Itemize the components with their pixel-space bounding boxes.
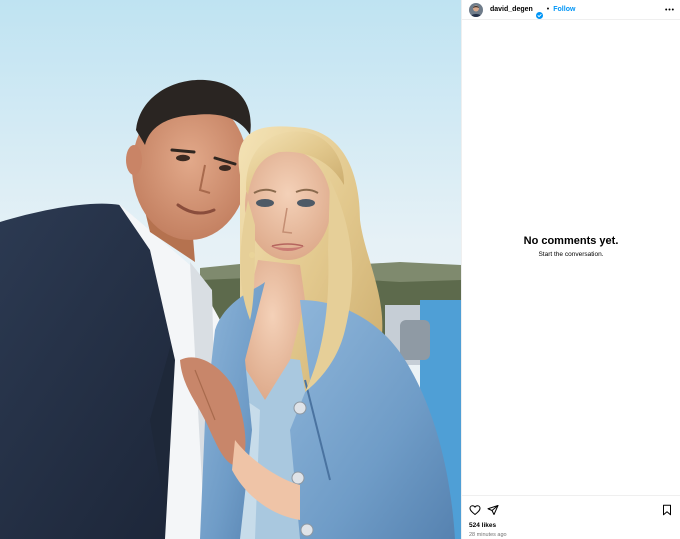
bookmark-icon[interactable]: [661, 503, 673, 516]
post-actions: 524 likes 28 minutes ago: [462, 495, 680, 539]
header-separator: •: [546, 6, 550, 13]
post-viewer: david_degen • Follow No comments yet. St…: [0, 0, 680, 539]
verified-badge-icon: [535, 6, 543, 19]
follow-button[interactable]: Follow: [553, 6, 575, 13]
no-comments-subtitle: Start the conversation.: [538, 251, 604, 258]
post-photo-illustration: [0, 0, 461, 539]
post-image[interactable]: [0, 0, 461, 539]
heart-icon[interactable]: [469, 503, 481, 515]
post-header: david_degen • Follow: [462, 0, 680, 20]
likes-count[interactable]: 524 likes: [469, 522, 673, 529]
more-options-icon[interactable]: [664, 5, 674, 15]
avatar-image: [469, 2, 483, 17]
action-buttons: [469, 502, 673, 516]
author-avatar[interactable]: [469, 2, 483, 17]
comments-section: No comments yet. Start the conversation.: [462, 20, 680, 495]
no-comments-title: No comments yet.: [523, 235, 619, 247]
post-side-panel: david_degen • Follow No comments yet. St…: [461, 0, 680, 539]
send-icon[interactable]: [487, 503, 499, 515]
author-username[interactable]: david_degen: [490, 6, 533, 13]
post-timestamp[interactable]: 28 minutes ago: [469, 532, 673, 538]
